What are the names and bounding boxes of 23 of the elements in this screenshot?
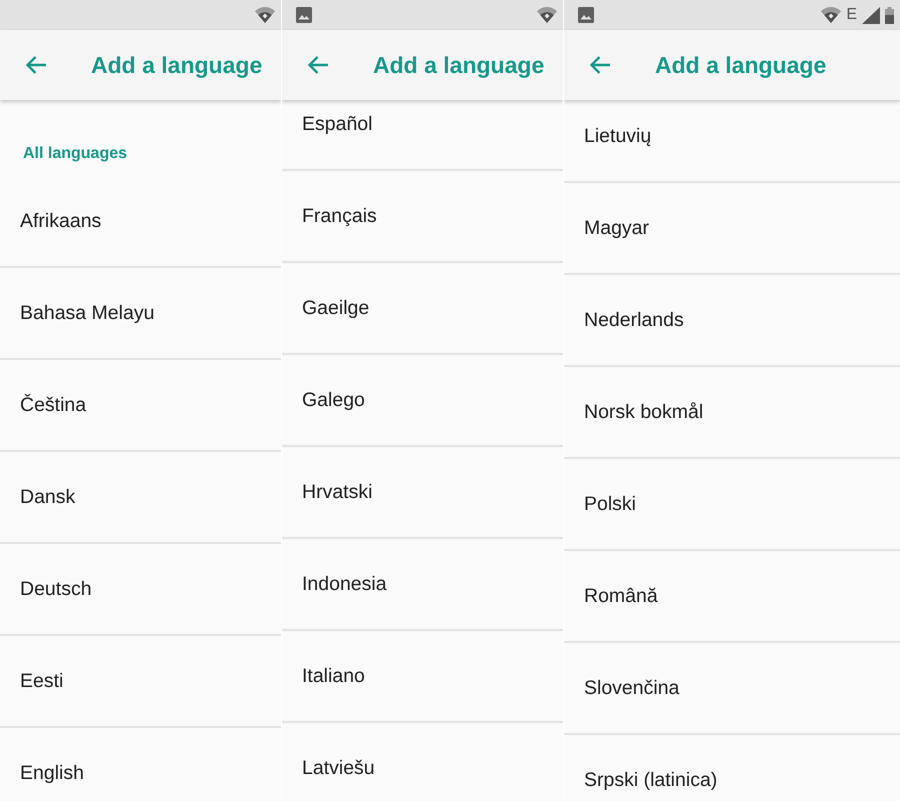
language-item[interactable]: Lietuvių bbox=[564, 100, 900, 183]
back-icon[interactable] bbox=[307, 55, 329, 75]
language-item[interactable]: Norsk bokmål bbox=[564, 367, 900, 459]
screen-title: Add a language bbox=[373, 52, 544, 78]
image-icon bbox=[578, 7, 594, 23]
network-type-label: E bbox=[846, 7, 857, 23]
section-header: All languages bbox=[22, 144, 128, 164]
screen-title: Add a language bbox=[91, 52, 262, 78]
wifi-icon bbox=[821, 7, 842, 23]
language-item[interactable]: Slovenčina bbox=[564, 643, 900, 735]
language-item[interactable]: Nederlands bbox=[564, 275, 900, 367]
battery-icon bbox=[885, 6, 894, 24]
wifi-icon bbox=[537, 7, 557, 23]
back-icon[interactable] bbox=[25, 55, 47, 75]
image-icon bbox=[296, 7, 312, 23]
language-item[interactable]: Română bbox=[564, 551, 900, 643]
screen-title: Add a language bbox=[655, 52, 826, 78]
wifi-icon bbox=[255, 7, 275, 23]
signal-icon bbox=[862, 6, 880, 24]
language-item[interactable]: Magyar bbox=[564, 183, 900, 275]
language-item[interactable]: Polski bbox=[564, 459, 900, 551]
language-item[interactable]: Srpski (latinica) bbox=[564, 735, 900, 801]
back-icon[interactable] bbox=[589, 55, 611, 75]
